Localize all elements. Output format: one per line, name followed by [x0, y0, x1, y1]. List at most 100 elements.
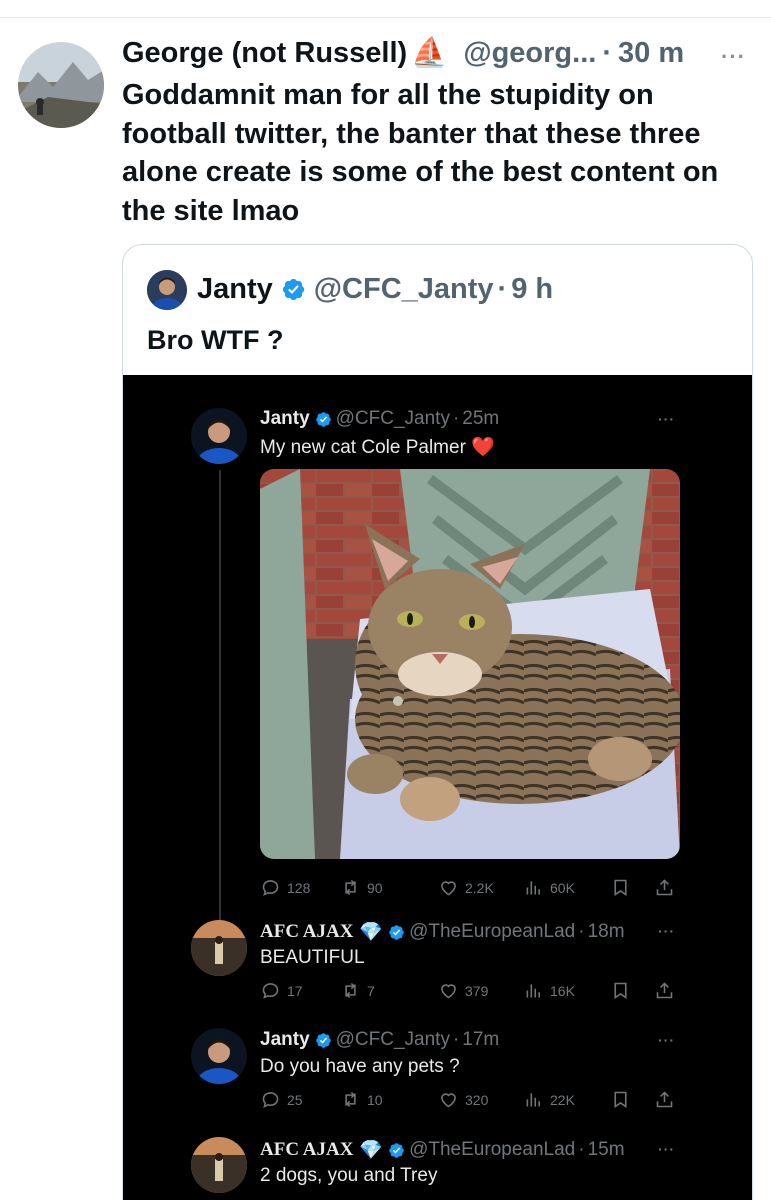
more-options-icon[interactable]: ···	[658, 411, 675, 427]
like-button[interactable]: 2.2K	[438, 877, 494, 898]
reply-button[interactable]: 17	[260, 980, 303, 1001]
views-icon	[523, 980, 544, 1001]
verified-badge-icon	[281, 277, 306, 302]
author-name[interactable]: George (not Russell)	[122, 37, 407, 70]
thread-post-header: Janty @CFC_Janty · 17m	[260, 1029, 499, 1051]
like-icon	[438, 980, 459, 1001]
bookmark-button[interactable]	[610, 1089, 631, 1110]
outer-tweet-header: George (not Russell) ⛵ @georg... · 30 m	[122, 36, 684, 70]
like-icon	[438, 1089, 459, 1110]
thread-post-header: AFC AJAX 💎 @TheEuropeanLad · 18m	[260, 920, 625, 944]
reply-button[interactable]: 128	[260, 877, 310, 898]
verified-badge-icon	[315, 411, 332, 428]
share-icon	[654, 1089, 675, 1110]
thread-author-handle[interactable]: @TheEuropeanLad	[409, 921, 575, 943]
thread-post-time[interactable]: 25m	[462, 408, 499, 430]
thread-author-name[interactable]: Janty	[260, 408, 310, 430]
tweet-text: Goddamnit man for all the stupidity on f…	[122, 79, 719, 227]
thread-post-time[interactable]: 17m	[462, 1029, 499, 1051]
views-icon	[523, 1089, 544, 1110]
bookmark-button[interactable]	[610, 877, 631, 898]
heart-emoji: ❤️	[471, 437, 495, 458]
sailboat-emoji: ⛵	[411, 37, 448, 69]
more-options-icon[interactable]: ···	[658, 1032, 675, 1048]
bookmark-icon	[610, 1089, 631, 1110]
verified-badge-icon	[388, 924, 405, 941]
share-button[interactable]	[654, 877, 675, 898]
share-button[interactable]	[654, 1089, 675, 1110]
quoted-tweet-text: Bro WTF ?	[147, 325, 284, 355]
thread-post-header: AFC AJAX 💎 @TheEuropeanLad · 15m	[260, 1138, 625, 1162]
thread-post-time[interactable]: 18m	[588, 921, 625, 943]
separator-dot: ·	[452, 408, 460, 429]
thread-avatar-janty[interactable]	[191, 408, 247, 464]
repost-icon	[340, 877, 361, 898]
post-actions: 17 7 379 16K	[260, 980, 680, 1004]
separator-dot: ·	[452, 1029, 460, 1050]
thread-avatar-ajax[interactable]	[191, 1137, 247, 1193]
thread-post-text: My new cat Cole Palmer ❤️	[260, 435, 495, 459]
thread-avatar-ajax[interactable]	[191, 920, 247, 976]
embedded-screenshot[interactable]: Janty @CFC_Janty · 25m ··· My new cat Co…	[123, 375, 752, 1200]
views-button[interactable]: 22K	[523, 1089, 575, 1110]
share-icon	[654, 980, 675, 1001]
more-options-icon[interactable]: ···	[658, 1141, 675, 1157]
quoted-tweet-card[interactable]: Janty @CFC_Janty · 9 h Bro WTF ? Janty @…	[122, 244, 753, 1200]
repost-button[interactable]: 10	[340, 1089, 383, 1110]
like-button[interactable]: 320	[438, 1089, 488, 1110]
thread-author-name[interactable]: AFC AJAX	[260, 921, 353, 943]
repost-icon	[340, 980, 361, 1001]
bookmark-icon	[610, 877, 631, 898]
separator-dot: ·	[578, 1139, 585, 1160]
quoted-tweet-header: Janty @CFC_Janty · 9 h	[197, 273, 553, 306]
quoted-tweet-time[interactable]: 9 h	[511, 273, 553, 306]
post-actions: 25 10 320 22K	[260, 1089, 680, 1113]
post-actions: 128 90 2.2K 60K	[260, 877, 680, 901]
thread-connector-line	[219, 470, 221, 925]
bookmark-button[interactable]	[610, 980, 631, 1001]
repost-icon	[340, 1089, 361, 1110]
author-handle[interactable]: @georg...	[463, 37, 596, 70]
quoted-author-name[interactable]: Janty	[197, 273, 273, 306]
thread-author-handle[interactable]: @TheEuropeanLad	[409, 1139, 575, 1161]
quoted-author-handle[interactable]: @CFC_Janty	[314, 273, 494, 306]
thread-post-text: Do you have any pets ?	[260, 1056, 460, 1077]
separator-dot: ·	[578, 921, 585, 942]
thread-post-text: 2 dogs, you and Trey	[260, 1165, 438, 1186]
more-options-icon[interactable]: ···	[658, 923, 675, 939]
repost-button[interactable]: 90	[340, 877, 383, 898]
thread-author-handle[interactable]: @CFC_Janty	[336, 408, 450, 430]
thread-author-name[interactable]: Janty	[260, 1029, 310, 1051]
diamond-emoji: 💎	[359, 1140, 384, 1161]
tweet-time[interactable]: 30 m	[618, 37, 684, 70]
views-button[interactable]: 60K	[523, 877, 575, 898]
reply-icon	[260, 877, 281, 898]
thread-post-header: Janty @CFC_Janty · 25m	[260, 408, 499, 430]
bookmark-icon	[610, 980, 631, 1001]
reply-icon	[260, 980, 281, 1001]
like-icon	[438, 877, 459, 898]
author-avatar[interactable]	[18, 42, 104, 128]
thread-author-name[interactable]: AFC AJAX	[260, 1139, 353, 1161]
thread-avatar-janty[interactable]	[191, 1028, 247, 1084]
cat-photo[interactable]	[260, 469, 680, 859]
quoted-author-avatar[interactable]	[147, 270, 187, 310]
reply-button[interactable]: 25	[260, 1089, 303, 1110]
thread-post-text: BEAUTIFUL	[260, 947, 365, 968]
verified-badge-icon	[315, 1032, 332, 1049]
share-button[interactable]	[654, 980, 675, 1001]
more-options-icon[interactable]: ···	[721, 44, 746, 70]
thread-post-time[interactable]: 15m	[588, 1139, 625, 1161]
post-text: My new cat Cole Palmer	[260, 437, 466, 458]
diamond-emoji: 💎	[359, 922, 384, 943]
views-icon	[523, 877, 544, 898]
views-button[interactable]: 16K	[523, 980, 575, 1001]
reply-icon	[260, 1089, 281, 1110]
separator-dot: ·	[497, 273, 508, 305]
repost-button[interactable]: 7	[340, 980, 375, 1001]
separator-dot: ·	[602, 36, 612, 69]
verified-badge-icon	[388, 1142, 405, 1159]
thread-author-handle[interactable]: @CFC_Janty	[336, 1029, 450, 1051]
share-icon	[654, 877, 675, 898]
like-button[interactable]: 379	[438, 980, 488, 1001]
